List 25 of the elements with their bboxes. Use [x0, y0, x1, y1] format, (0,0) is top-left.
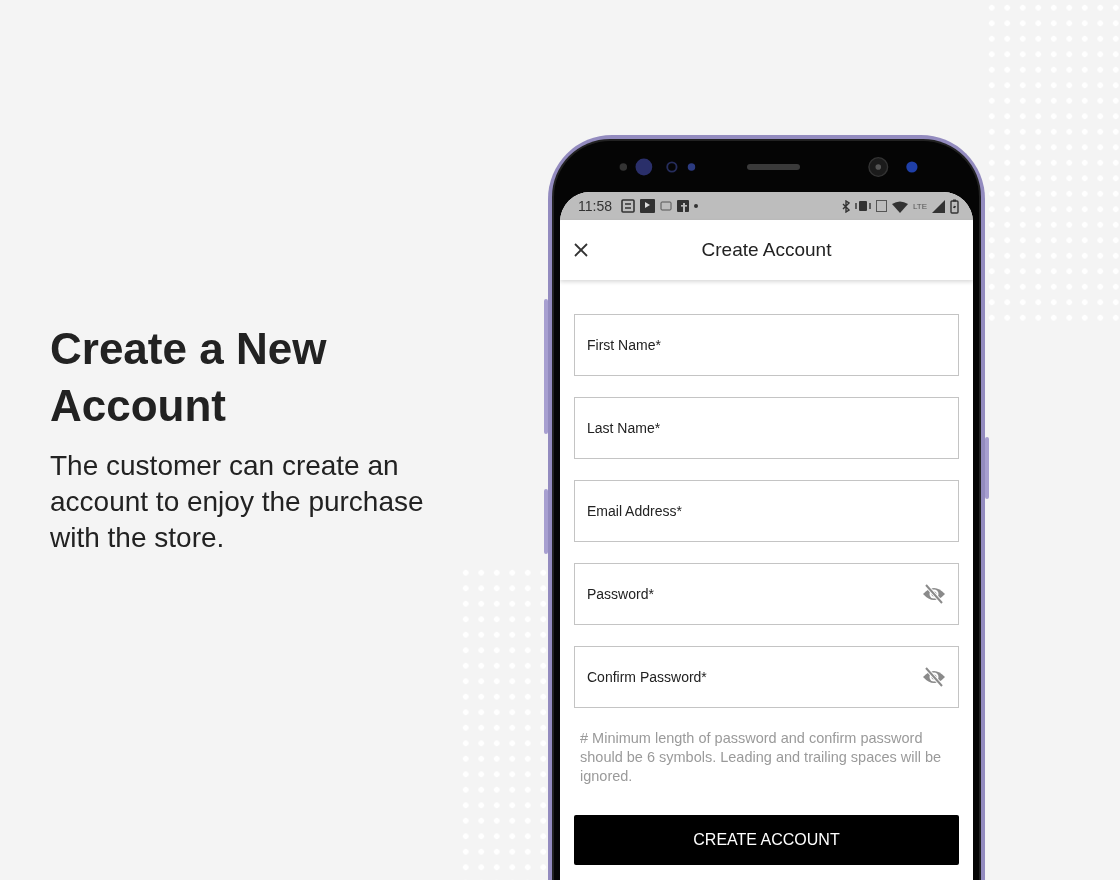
password-hint: # Minimum length of password and confirm password should be 6 symbols. Leading and trailing spaces will be ignored. [580, 729, 943, 786]
input-field[interactable]: Last Name* [574, 397, 959, 459]
input-field[interactable]: First Name* [574, 314, 959, 376]
battery-icon [950, 198, 959, 214]
eye-off-icon[interactable] [922, 584, 946, 604]
wifi-icon [891, 199, 908, 213]
dot-icon [694, 204, 698, 208]
promo-heading: Create a New Account [50, 323, 328, 432]
speaker-grille [747, 163, 800, 170]
status-time: 11:58 [578, 198, 612, 214]
screen-title: Create Account [700, 239, 833, 261]
promo-description: The customer can create an account to enjoy the purchase with the store. [50, 449, 425, 555]
close-icon [574, 243, 588, 257]
video-icon [640, 199, 655, 213]
bluetooth-icon [841, 199, 850, 213]
network-label: LTE [912, 201, 927, 211]
signal-icon [932, 199, 945, 213]
create-account-button[interactable]: CREATE ACCOUNT [574, 815, 959, 865]
note-icon [621, 199, 635, 213]
input-field[interactable]: Confirm Password* [574, 646, 959, 708]
social-app-icon [677, 200, 689, 212]
eye-off-icon[interactable] [922, 667, 946, 687]
input-field[interactable]: Password* [574, 563, 959, 625]
input-field[interactable]: Email Address* [574, 480, 959, 542]
vibrate-icon [854, 201, 871, 211]
